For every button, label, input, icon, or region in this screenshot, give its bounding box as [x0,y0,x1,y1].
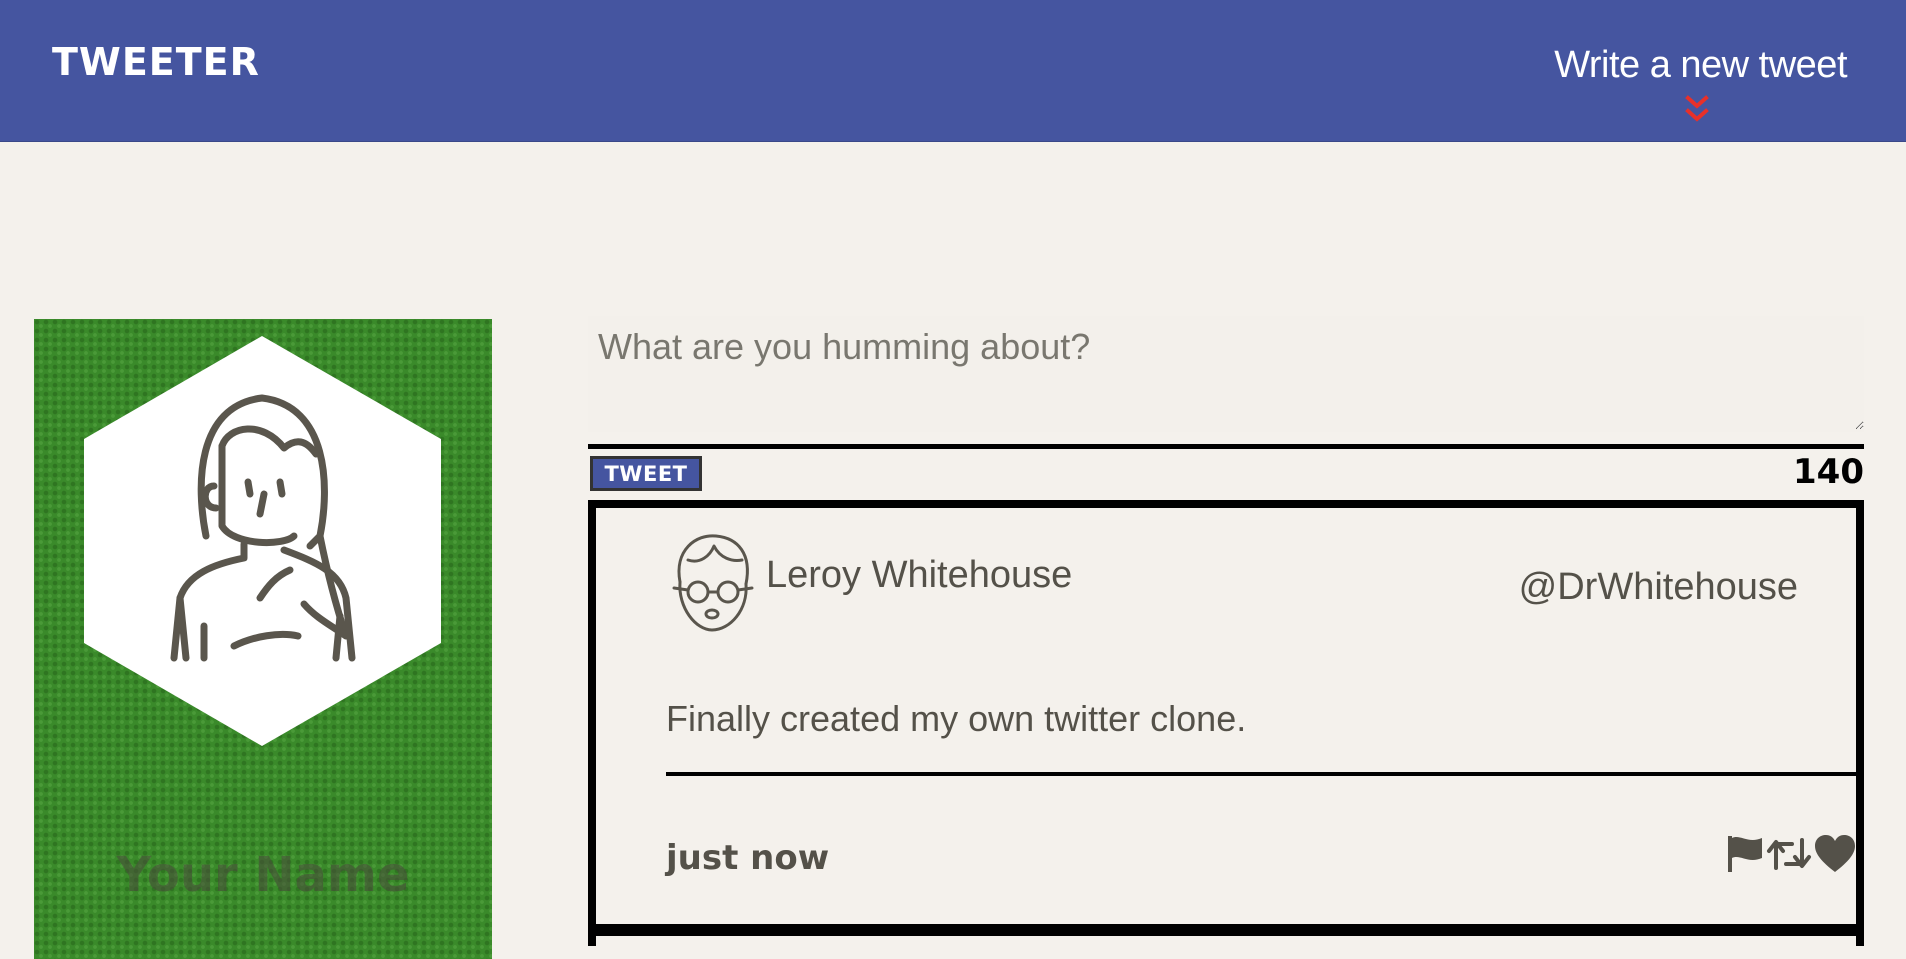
tweet-submit-button[interactable]: TWEET [590,456,702,491]
tweet-timestamp: just now [666,838,830,878]
user-avatar-female-icon [84,336,441,746]
next-tweet-card [588,936,1864,946]
profile-card: Your Name [34,319,492,959]
top-navbar: TWEETER Write a new tweet [0,0,1906,142]
char-counter: 140 [1793,452,1864,492]
write-new-tweet-toggle[interactable]: Write a new tweet [1547,44,1848,125]
tweet-actions [1726,834,1856,874]
brand-logo[interactable]: TWEETER [52,40,260,84]
profile-name: Your Name [116,847,410,903]
tweet-author-handle[interactable]: @DrWhitehouse [1519,566,1798,609]
tweet-card: Leroy Whitehouse @DrWhitehouse Finally c… [588,500,1864,932]
heart-icon[interactable] [1814,834,1856,874]
retweet-icon[interactable] [1766,834,1812,874]
compose-form: TWEET 140 [588,316,1864,492]
flag-icon[interactable] [1726,834,1764,874]
tweet-author-name: Leroy Whitehouse [766,554,1073,596]
tweet-card-bottom-border [588,924,1864,936]
write-new-tweet-label[interactable]: Write a new tweet [1547,44,1847,87]
compose-divider [588,444,1864,449]
double-chevron-down-icon[interactable] [1685,95,1709,125]
user-avatar-glasses-icon [672,534,754,632]
tweet-input[interactable] [588,316,1864,432]
tweet-divider [666,772,1856,776]
tweet-body: Finally created my own twitter clone. [666,698,1247,739]
